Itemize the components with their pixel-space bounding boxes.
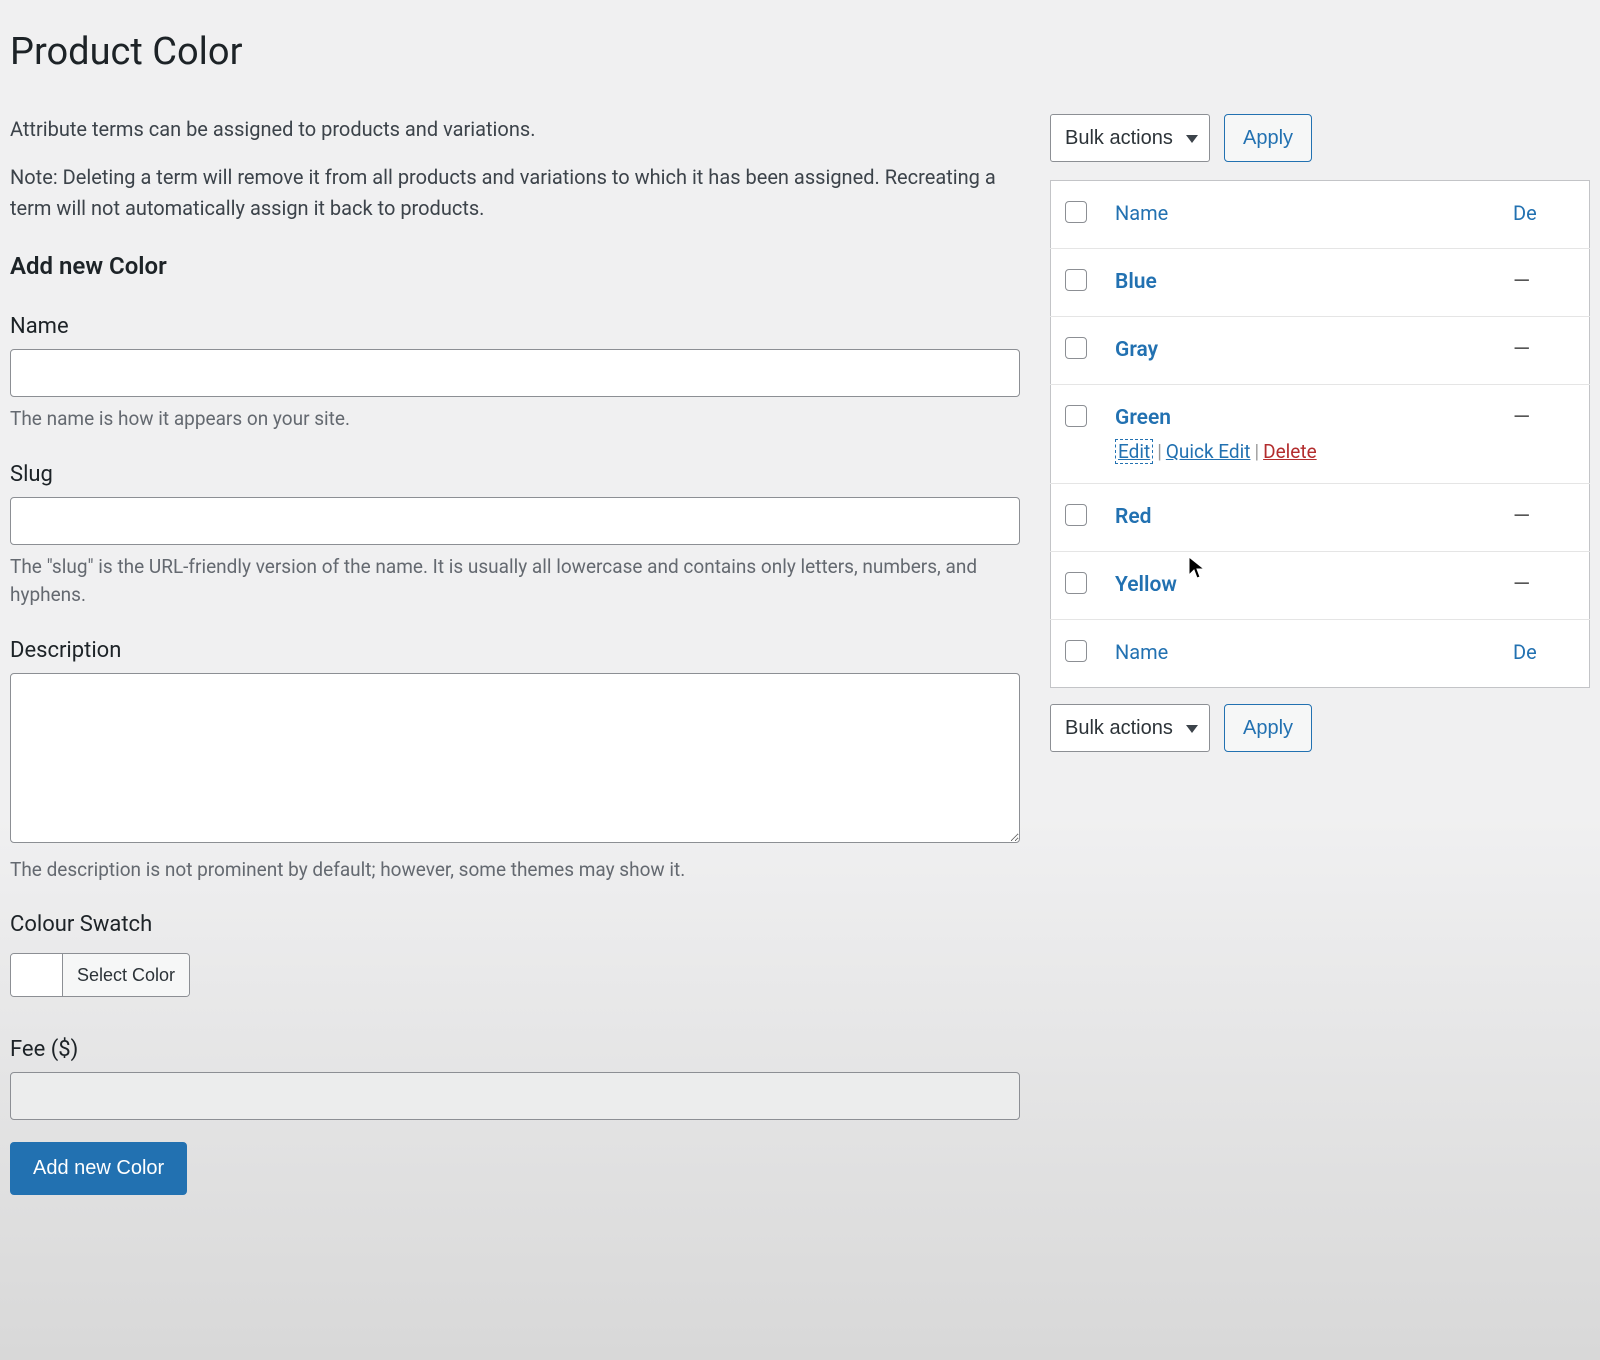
empty-description: — xyxy=(1513,572,1530,597)
fee-label: Fee ($) xyxy=(10,1037,1020,1062)
column-footer-description[interactable]: De xyxy=(1499,620,1590,688)
terms-list-panel: Bulk actions Apply Name De Blue—Gray—Gre… xyxy=(1050,114,1590,1195)
add-term-form: Attribute terms can be assigned to produ… xyxy=(10,114,1020,1195)
term-link[interactable]: Yellow xyxy=(1115,573,1177,597)
slug-help: The "slug" is the URL-friendly version o… xyxy=(10,553,1020,610)
intro-note: Note: Deleting a term will remove it fro… xyxy=(10,162,1020,224)
slug-label: Slug xyxy=(10,462,1020,487)
row-actions: Edit|Quick Edit|Delete xyxy=(1115,440,1485,463)
select-all-checkbox-bottom[interactable] xyxy=(1065,640,1087,662)
fee-input[interactable] xyxy=(10,1072,1020,1120)
row-checkbox[interactable] xyxy=(1065,337,1087,359)
term-link[interactable]: Red xyxy=(1115,505,1151,529)
quick-edit-link[interactable]: Quick Edit xyxy=(1166,440,1251,463)
column-footer-name[interactable]: Name xyxy=(1101,620,1499,688)
row-checkbox[interactable] xyxy=(1065,405,1087,427)
table-row: Gray — xyxy=(1051,317,1590,385)
delete-link[interactable]: Delete xyxy=(1263,440,1317,463)
column-header-name[interactable]: Name xyxy=(1101,181,1499,249)
empty-description: — xyxy=(1513,337,1530,362)
terms-table: Name De Blue — Gray — Green Edit|Quick Edit|D… xyxy=(1050,180,1590,688)
apply-button-top[interactable]: Apply xyxy=(1224,114,1312,162)
row-checkbox[interactable] xyxy=(1065,269,1087,291)
empty-description: — xyxy=(1513,269,1530,294)
apply-button-bottom[interactable]: Apply xyxy=(1224,704,1312,752)
add-new-color-button[interactable]: Add new Color xyxy=(10,1142,187,1195)
description-help: The description is not prominent by defa… xyxy=(10,856,1020,885)
edit-link[interactable]: Edit xyxy=(1115,439,1153,464)
table-row: Yellow — xyxy=(1051,552,1590,620)
description-textarea[interactable] xyxy=(10,673,1020,843)
page-title: Product Color xyxy=(10,10,1590,114)
swatch-label: Colour Swatch xyxy=(10,912,1020,937)
empty-description: — xyxy=(1513,405,1530,430)
term-link[interactable]: Gray xyxy=(1115,338,1158,362)
table-row: Blue — xyxy=(1051,249,1590,317)
row-checkbox[interactable] xyxy=(1065,504,1087,526)
empty-description: — xyxy=(1513,504,1530,529)
name-help: The name is how it appears on your site. xyxy=(10,405,1020,434)
slug-input[interactable] xyxy=(10,497,1020,545)
term-link[interactable]: Green xyxy=(1115,406,1171,430)
name-input[interactable] xyxy=(10,349,1020,397)
description-label: Description xyxy=(10,638,1020,663)
column-header-description[interactable]: De xyxy=(1499,181,1590,249)
term-link[interactable]: Blue xyxy=(1115,270,1157,294)
add-new-heading: Add new Color xyxy=(10,252,1020,280)
table-row: Red — xyxy=(1051,484,1590,552)
table-row: Green Edit|Quick Edit|Delete — xyxy=(1051,385,1590,484)
intro-text: Attribute terms can be assigned to produ… xyxy=(10,114,1020,144)
select-color-button[interactable]: Select Color xyxy=(63,954,189,996)
swatch-preview[interactable] xyxy=(11,954,63,996)
name-label: Name xyxy=(10,314,1020,339)
bulk-actions-select-top[interactable]: Bulk actions xyxy=(1050,114,1210,162)
select-all-checkbox-top[interactable] xyxy=(1065,201,1087,223)
row-checkbox[interactable] xyxy=(1065,572,1087,594)
bulk-actions-select-bottom[interactable]: Bulk actions xyxy=(1050,704,1210,752)
